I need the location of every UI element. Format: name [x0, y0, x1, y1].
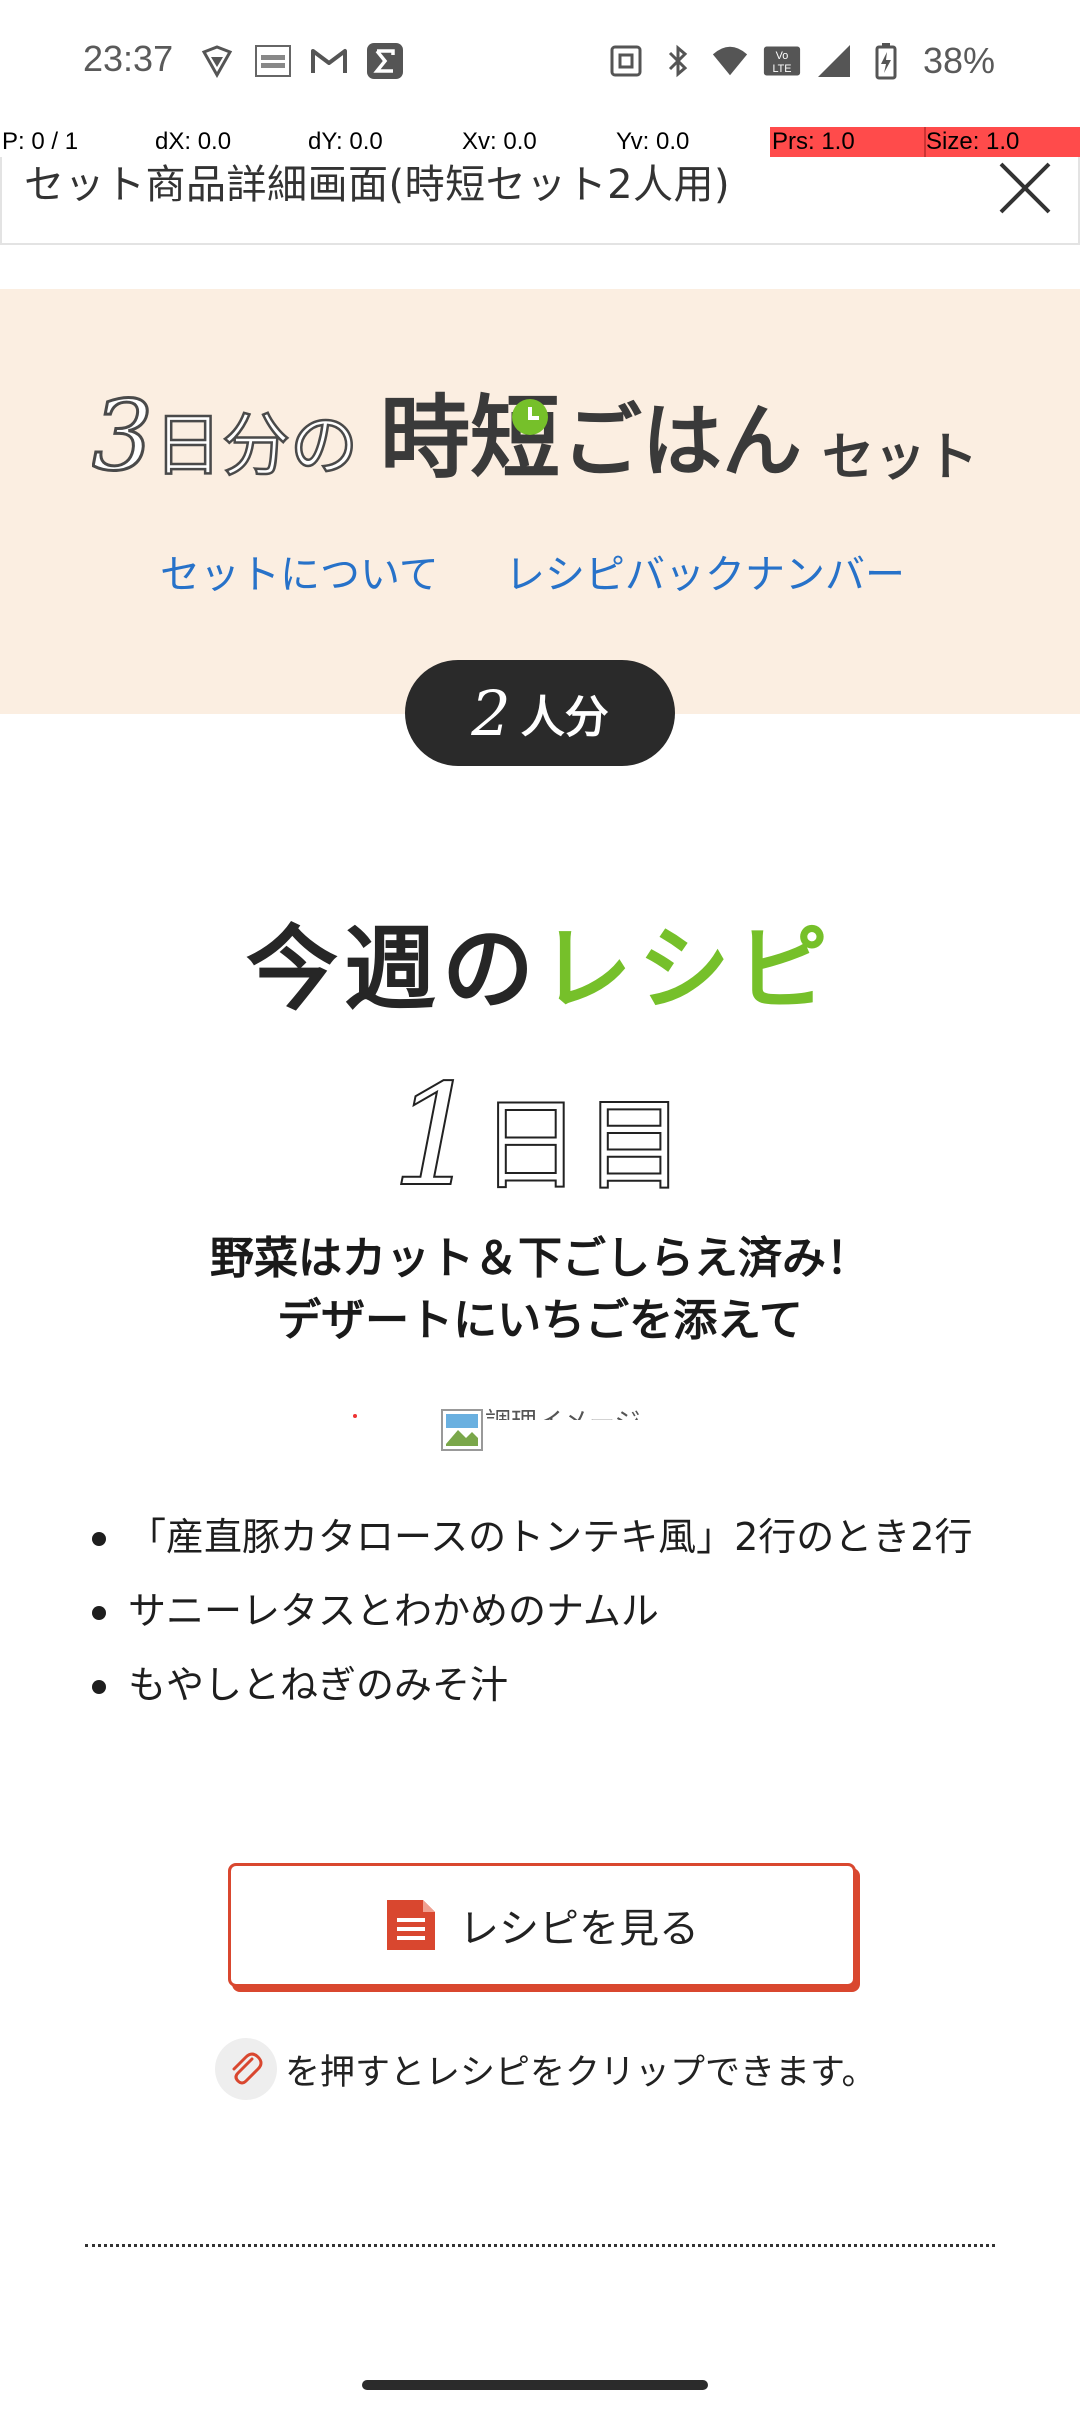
- sigma-app-icon: [366, 42, 404, 80]
- debug-dy: dY: 0.0: [308, 128, 383, 155]
- image-marker-dot: [353, 1414, 357, 1418]
- day-number: 1: [390, 1054, 481, 1219]
- servings-unit: 人分: [520, 692, 609, 743]
- status-time: 23:37: [83, 38, 174, 79]
- hero-banner: 3 日分の 時 短 ごはん セット: [0, 289, 1080, 714]
- view-recipe-label: レシピを見る: [459, 1906, 699, 1952]
- broken-image-icon: [441, 1409, 483, 1451]
- logo-num: 3: [92, 380, 153, 487]
- debug-dx: dX: 0.0: [155, 128, 232, 155]
- wifi-icon: [711, 42, 749, 80]
- notification-icons: [198, 42, 404, 80]
- list-item: 「産直豚カタロースのトンテキ風」2行のとき2行: [90, 1510, 990, 1564]
- battery-charging-icon: [867, 42, 905, 80]
- clip-instruction-text: を押すとレシピをクリップできます。: [285, 2052, 877, 2093]
- section-divider: [85, 2244, 995, 2247]
- pointer-debug-overlay: P: 0 / 1 dX: 0.0 dY: 0.0 Xv: 0.0 Yv: 0.0…: [0, 127, 1080, 157]
- gmail-icon: [310, 42, 348, 80]
- recipe-list: 「産直豚カタロースのトンテキ風」2行のとき2行 サニーレタスとわかめのナムル も…: [90, 1510, 990, 1732]
- sports-bull-icon: [254, 42, 292, 80]
- nfc-icon: [607, 42, 645, 80]
- this-week-recipe-heading: 今週のレシピ: [0, 895, 1080, 1028]
- debug-xv: Xv: 0.0: [462, 128, 537, 155]
- logo-small: 日分の: [154, 407, 358, 486]
- logo-char-tan: 短: [470, 386, 560, 487]
- servings-number: 2: [471, 676, 511, 750]
- volte-icon: Vo LTE: [763, 42, 801, 80]
- day-unit: 日目: [480, 1086, 689, 1205]
- svg-text:Vo: Vo: [776, 50, 789, 62]
- page-title: セット商品詳細画面(時短セット2人用): [24, 162, 731, 208]
- clip-instruction: を押すとレシピをクリップできます。: [215, 2038, 877, 2100]
- close-button[interactable]: [994, 157, 1056, 219]
- heading-prefix: 今週の: [245, 916, 540, 1023]
- jitan-gohan-set-logo: 3 日分の 時 短 ごはん セット: [92, 379, 978, 488]
- day-label: 1日目: [0, 1054, 1080, 1219]
- system-icons: Vo LTE 38%: [607, 40, 995, 82]
- svg-text:LTE: LTE: [772, 63, 791, 75]
- paperclip-icon: [215, 2038, 277, 2100]
- shield-notification-icon: [198, 42, 236, 80]
- broken-image-alt-text: 調理イメージ: [485, 1402, 640, 1420]
- headline-line-1: 野菜はカット＆下ごしらえ済み！: [210, 1233, 870, 1284]
- day-headline: 野菜はカット＆下ごしらえ済み！ デザートにいちごを添えて: [0, 1228, 1080, 1352]
- debug-yv: Yv: 0.0: [616, 128, 690, 155]
- status-bar: 23:37 Vo LTE 38%: [0, 0, 1080, 125]
- debug-pointer-count: P: 0 / 1: [2, 128, 79, 155]
- logo-set: セット: [822, 428, 978, 487]
- logo-gohan: ごはん: [562, 395, 802, 487]
- heading-accent: レシピ: [540, 916, 835, 1023]
- debug-prs: Prs: 1.0: [772, 128, 855, 155]
- debug-size: Size: 1.0: [926, 128, 1020, 155]
- list-item: サニーレタスとわかめのナムル: [90, 1584, 990, 1638]
- list-item: もやしとねぎのみそ汁: [90, 1658, 990, 1712]
- logo-char-ji: 時: [380, 386, 470, 487]
- webview-title-bar: セット商品詳細画面(時短セット2人用): [0, 157, 1080, 245]
- bluetooth-icon: [659, 42, 697, 80]
- battery-percent: 38%: [922, 40, 995, 81]
- servings-badge: 2 人分: [405, 660, 675, 766]
- close-icon: [999, 162, 1051, 214]
- link-about-set[interactable]: セットについて: [160, 542, 439, 600]
- headline-line-2: デザートにいちごを添えて: [277, 1295, 803, 1346]
- cell-signal-icon: [815, 42, 853, 80]
- document-icon: [387, 1900, 435, 1950]
- link-recipe-back-numbers[interactable]: レシピバックナンバー: [505, 542, 905, 600]
- view-recipe-button[interactable]: レシピを見る: [228, 1863, 856, 1987]
- gesture-home-indicator[interactable]: [362, 2380, 708, 2390]
